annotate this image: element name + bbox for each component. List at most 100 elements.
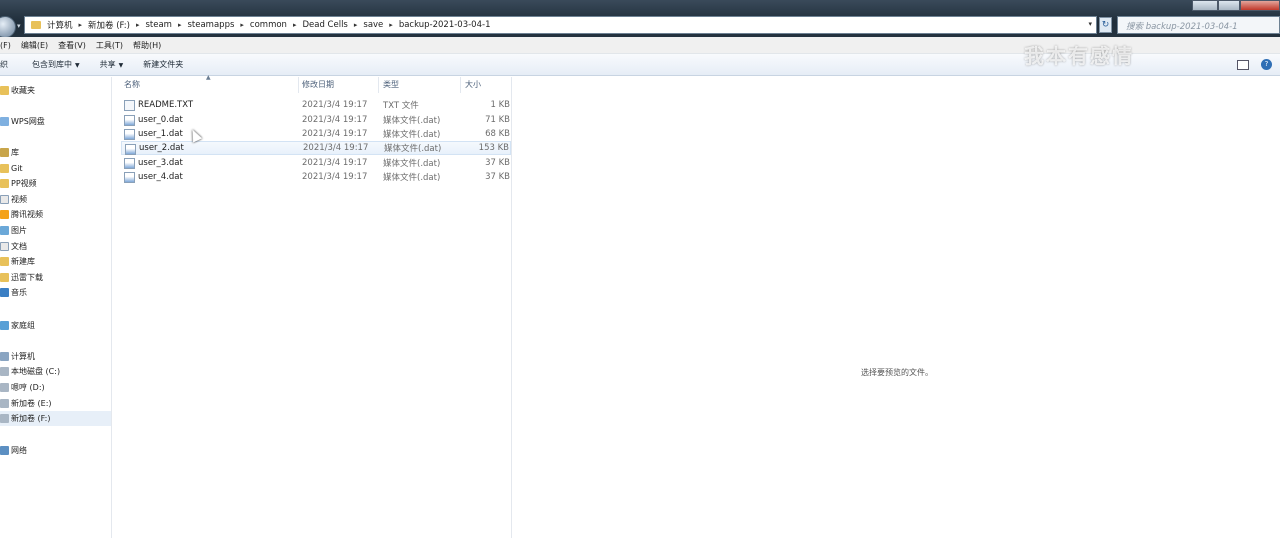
computer-icon xyxy=(0,352,9,361)
breadcrumb-drive-f[interactable]: 新加卷 (F:) ▸ xyxy=(88,19,145,31)
address-dropdown-icon[interactable]: ▾ xyxy=(1088,20,1092,28)
file-row[interactable]: user_4.dat 2021/3/4 19:17 媒体文件(.dat) 37 … xyxy=(121,170,511,184)
file-size: 71 KB xyxy=(485,115,510,125)
nav-new-library[interactable]: 新建库 xyxy=(0,254,111,269)
file-size: 37 KB xyxy=(485,172,510,182)
menu-file[interactable]: (F) xyxy=(0,41,11,50)
media-file-icon xyxy=(124,115,135,126)
media-file-icon xyxy=(124,129,135,140)
nav-drive-c[interactable]: 本地磁盘 (C:) xyxy=(0,364,111,379)
nav-thunder-downloads[interactable]: 迅雷下载 xyxy=(0,270,111,285)
file-date: 2021/3/4 19:17 xyxy=(302,172,368,182)
column-header-date[interactable]: 修改日期 xyxy=(298,77,379,93)
maximize-button[interactable] xyxy=(1218,0,1240,11)
file-name: user_3.dat xyxy=(138,158,183,168)
file-date: 2021/3/4 19:17 xyxy=(302,129,368,139)
nav-music[interactable]: 音乐 xyxy=(0,285,111,300)
search-input[interactable]: 搜索 backup-2021-03-04-1 xyxy=(1117,16,1280,34)
drive-icon xyxy=(0,414,9,423)
breadcrumb-save[interactable]: save ▸ xyxy=(363,20,398,30)
preview-pane-icon[interactable] xyxy=(1237,59,1249,70)
nav-computer[interactable]: 计算机 xyxy=(0,349,111,364)
breadcrumb-computer[interactable]: 计算机 ▸ xyxy=(47,19,88,31)
file-row[interactable]: README.TXT 2021/3/4 19:17 TXT 文件 1 KB xyxy=(121,98,511,112)
new-folder-button[interactable]: 新建文件夹 xyxy=(143,59,183,70)
nav-network[interactable]: 网络 xyxy=(0,443,111,458)
homegroup-icon xyxy=(0,321,9,330)
preview-pane: 选择要预览的文件。 xyxy=(513,77,1280,538)
menu-tools[interactable]: 工具(T) xyxy=(96,40,123,51)
media-file-icon xyxy=(125,144,136,155)
file-size: 1 KB xyxy=(490,100,510,110)
address-bar[interactable]: 计算机 ▸ 新加卷 (F:) ▸ steam ▸ steamapps ▸ common ▸… xyxy=(24,16,1097,34)
file-date: 2021/3/4 19:17 xyxy=(302,100,368,110)
nav-favorites[interactable]: 收藏夹 xyxy=(0,83,111,98)
organize-button[interactable]: 织 xyxy=(0,59,8,70)
preview-message: 选择要预览的文件。 xyxy=(861,368,933,377)
back-button[interactable] xyxy=(0,16,16,38)
file-row[interactable]: user_0.dat 2021/3/4 19:17 媒体文件(.dat) 71 … xyxy=(121,113,511,127)
refresh-button[interactable]: ↻ xyxy=(1099,17,1112,33)
file-date: 2021/3/4 19:17 xyxy=(303,143,369,153)
menu-edit[interactable]: 编辑(E) xyxy=(21,40,48,51)
nav-git[interactable]: Git xyxy=(0,161,111,176)
video-watermark: 我本有感情 xyxy=(1024,44,1134,68)
close-button[interactable] xyxy=(1240,0,1280,11)
history-dropdown-icon[interactable]: ▾ xyxy=(17,22,21,30)
cloud-icon xyxy=(0,117,9,126)
file-date: 2021/3/4 19:17 xyxy=(302,158,368,168)
nav-documents[interactable]: 文档 xyxy=(0,239,111,254)
file-name: user_0.dat xyxy=(138,115,183,125)
nav-homegroup[interactable]: 家庭组 xyxy=(0,318,111,333)
navigation-pane: 收藏夹 WPS网盘 库 Git PP视频 视频 腾讯视频 图片 文档 新建库 迅… xyxy=(0,77,112,538)
nav-drive-e[interactable]: 新加卷 (E:) xyxy=(0,396,111,411)
file-type: 媒体文件(.dat) xyxy=(383,159,441,169)
menu-view[interactable]: 查看(V) xyxy=(58,40,86,51)
column-header-name[interactable]: 名称 xyxy=(120,77,299,93)
folder-icon xyxy=(0,273,9,282)
title-bar: ▾ 计算机 ▸ 新加卷 (F:) ▸ steam ▸ steamapps ▸ commo… xyxy=(0,0,1280,38)
drive-icon xyxy=(0,383,9,392)
file-row[interactable]: user_1.dat 2021/3/4 19:17 媒体文件(.dat) 68 … xyxy=(121,127,511,141)
favorites-icon xyxy=(0,86,9,95)
share-button[interactable]: 共享 ▼ xyxy=(100,59,124,70)
breadcrumb-dead-cells[interactable]: Dead Cells ▸ xyxy=(302,20,363,30)
nav-libraries[interactable]: 库 xyxy=(0,145,111,160)
menu-help[interactable]: 帮助(H) xyxy=(133,40,161,51)
file-row[interactable]: user_2.dat 2021/3/4 19:17 媒体文件(.dat) 153… xyxy=(121,141,511,155)
nav-drive-d[interactable]: 嗯哼 (D:) xyxy=(0,380,111,395)
nav-pictures[interactable]: 图片 xyxy=(0,223,111,238)
file-size: 68 KB xyxy=(485,129,510,139)
text-file-icon xyxy=(124,100,135,111)
file-type: 媒体文件(.dat) xyxy=(383,173,441,183)
column-header-size[interactable]: 大小 xyxy=(461,77,512,93)
breadcrumb-common[interactable]: common ▸ xyxy=(250,20,303,30)
music-icon xyxy=(0,288,9,297)
nav-videos[interactable]: 视频 xyxy=(0,192,111,207)
column-header-type[interactable]: 类型 xyxy=(379,77,461,93)
file-row[interactable]: user_3.dat 2021/3/4 19:17 媒体文件(.dat) 37 … xyxy=(121,156,511,170)
breadcrumb-steam[interactable]: steam ▸ xyxy=(145,20,187,30)
file-type: 媒体文件(.dat) xyxy=(383,130,441,140)
file-date: 2021/3/4 19:17 xyxy=(302,115,368,125)
folder-icon xyxy=(0,164,9,173)
drive-icon xyxy=(0,399,9,408)
nav-pp-video[interactable]: PP视频 xyxy=(0,176,111,191)
nav-drive-f[interactable]: 新加卷 (F:) xyxy=(0,411,111,426)
network-icon xyxy=(0,446,9,455)
nav-tencent-video[interactable]: 腾讯视频 xyxy=(0,207,111,222)
help-icon[interactable]: ? xyxy=(1261,59,1272,70)
file-size: 37 KB xyxy=(485,158,510,168)
file-name: user_4.dat xyxy=(138,172,183,182)
breadcrumb-backup[interactable]: backup-2021-03-04-1 xyxy=(399,20,491,30)
file-type: TXT 文件 xyxy=(383,101,419,111)
include-in-library-button[interactable]: 包含到库中 ▼ xyxy=(32,59,80,70)
documents-icon xyxy=(0,242,9,251)
drive-icon xyxy=(0,367,9,376)
minimize-button[interactable] xyxy=(1192,0,1218,11)
file-type: 媒体文件(.dat) xyxy=(384,144,442,154)
pictures-icon xyxy=(0,226,9,235)
breadcrumb-steamapps[interactable]: steamapps ▸ xyxy=(187,20,249,30)
file-name: user_1.dat xyxy=(138,129,183,139)
nav-wps-cloud[interactable]: WPS网盘 xyxy=(0,114,111,129)
